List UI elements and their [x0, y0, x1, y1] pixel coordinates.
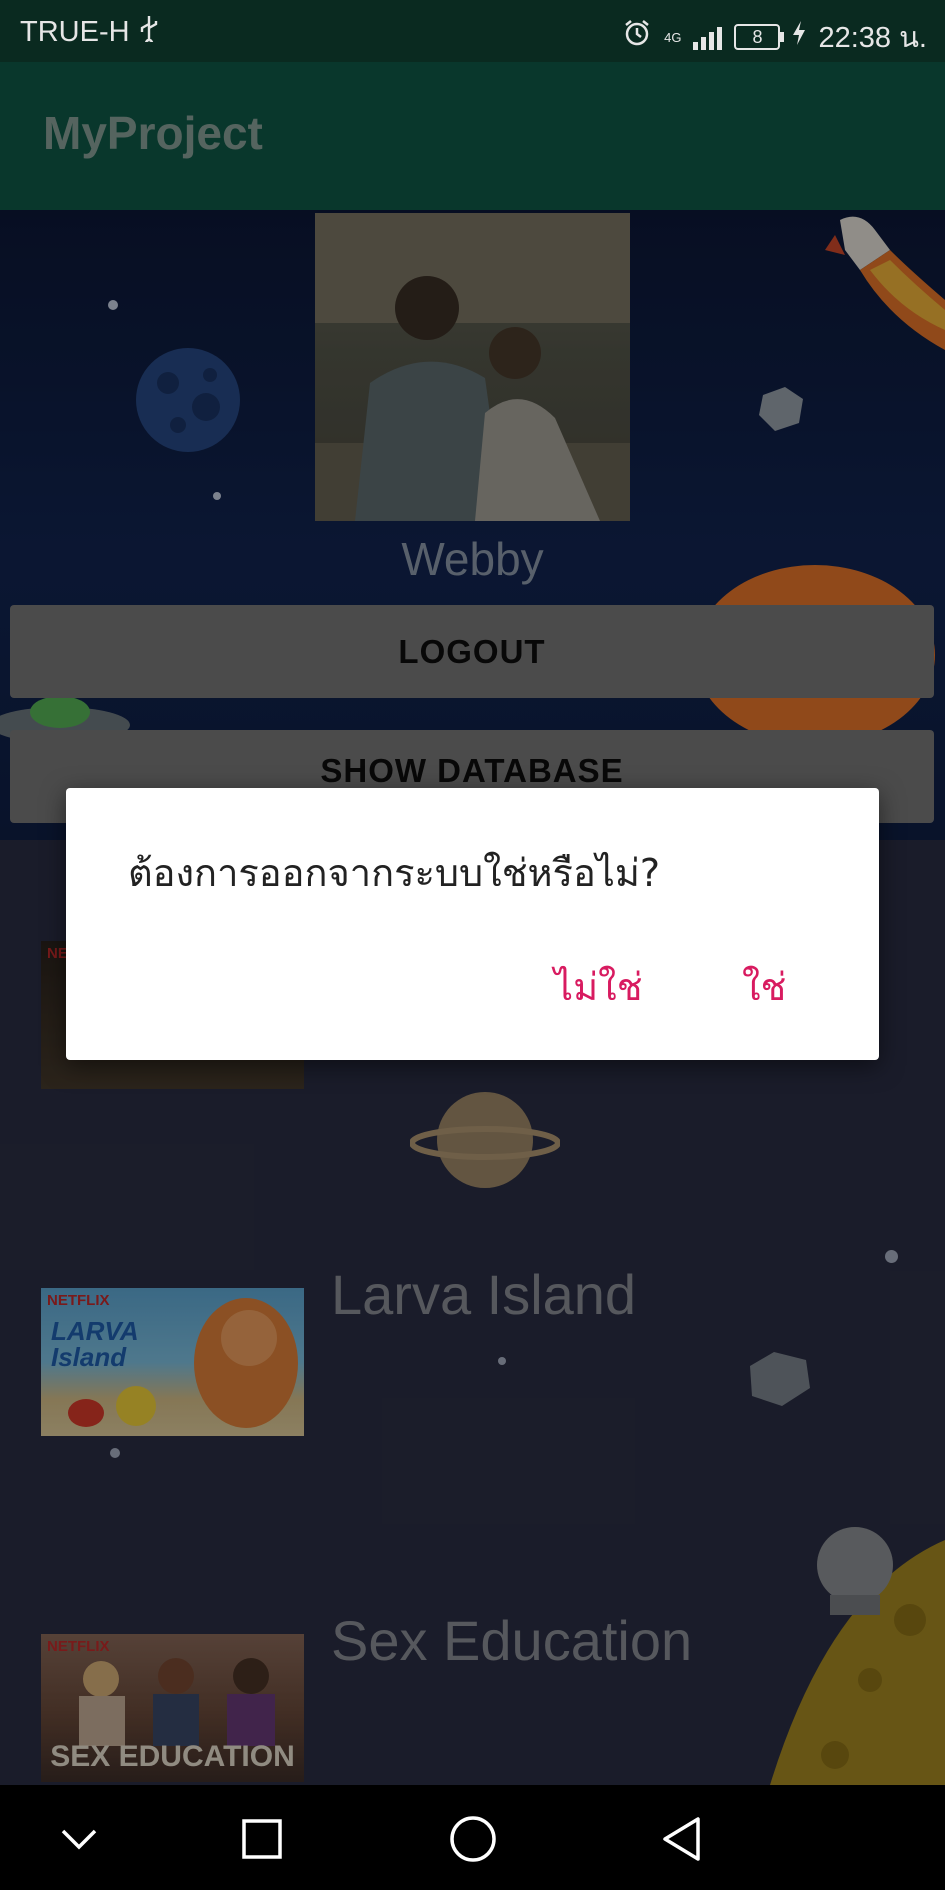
back-triangle-icon[interactable]	[650, 1807, 714, 1871]
signal-icon	[693, 24, 723, 50]
home-circle-icon[interactable]	[441, 1807, 505, 1871]
dialog-message: ต้องการออกจากระบบใช่หรือไม่?	[128, 851, 661, 895]
carrier-label: TRUE-H	[20, 15, 130, 48]
alarm-icon	[622, 18, 652, 56]
logout-confirm-dialog: ต้องการออกจากระบบใช่หรือไม่? ไม่ใช่ ใช่	[66, 788, 879, 1060]
navigation-bar	[0, 1785, 945, 1890]
clock-time: 22:38 น.	[818, 22, 927, 54]
charging-icon	[792, 20, 806, 54]
dialog-positive-button[interactable]: ใช่	[742, 956, 786, 1017]
battery-level: 8	[752, 26, 763, 47]
status-right: 4G 8 22:38 น.	[622, 14, 927, 60]
recents-square-icon[interactable]	[230, 1807, 294, 1871]
usb-icon	[138, 14, 160, 50]
chevron-down-icon[interactable]	[47, 1807, 111, 1871]
network-type-label: 4G	[664, 29, 682, 45]
status-left: TRUE-H	[20, 14, 160, 50]
battery-icon: 8	[734, 24, 785, 50]
status-bar: TRUE-H 4G 8 22:38 น.	[0, 0, 945, 62]
dialog-negative-button[interactable]: ไม่ใช่	[554, 956, 643, 1017]
